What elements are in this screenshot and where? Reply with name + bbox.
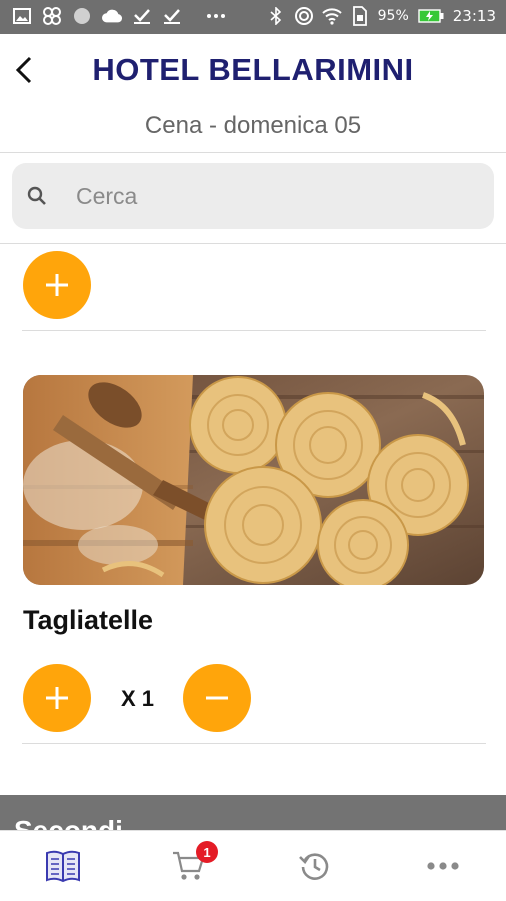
clock: 23:13 (452, 7, 496, 25)
tab-cart[interactable]: 1 (126, 831, 252, 901)
circle-icon (72, 6, 92, 26)
bottom-tab-bar: 1 (0, 830, 506, 901)
sim-card-icon (350, 6, 370, 26)
cloud-icon (102, 6, 122, 26)
app-header: HOTEL BELLARIMINI Cena - domenica 05 (0, 34, 506, 153)
tab-menu[interactable] (0, 831, 126, 901)
search-bar[interactable] (12, 163, 494, 229)
page-title: HOTEL BELLARIMINI (92, 52, 414, 87)
download-done-icon (132, 6, 152, 26)
status-bar: 95% 23:13 (0, 0, 506, 34)
wifi-icon (321, 6, 342, 26)
pinwheel-icon (42, 6, 62, 26)
add-button[interactable] (23, 251, 91, 319)
history-icon (299, 853, 329, 880)
search-input[interactable] (74, 175, 478, 217)
menu-book-icon (46, 850, 80, 883)
plus-icon (46, 274, 68, 296)
download-done-icon (162, 6, 182, 26)
battery-percent: 95% (377, 8, 409, 24)
dish-photo (23, 375, 484, 585)
tab-history[interactable] (252, 831, 378, 901)
more-horizontal-icon (427, 862, 459, 870)
cart-badge: 1 (196, 841, 218, 863)
search-icon (27, 186, 46, 205)
sync-icon (294, 6, 314, 26)
more-notifications-icon (202, 6, 230, 26)
tab-more[interactable] (380, 831, 506, 901)
bluetooth-icon (266, 6, 286, 26)
increase-quantity-button[interactable] (23, 664, 91, 732)
minus-icon (206, 696, 228, 700)
battery-charging-icon (417, 6, 445, 26)
dish-name: Tagliatelle (23, 605, 154, 635)
quantity-label: X 1 (121, 686, 155, 711)
item-divider (22, 743, 486, 744)
item-divider (22, 330, 486, 331)
decrease-quantity-button[interactable] (183, 664, 251, 732)
search-bar-container (0, 153, 506, 244)
plus-icon (46, 687, 68, 709)
page-subtitle: Cena - domenica 05 (144, 112, 362, 139)
gallery-icon (12, 6, 32, 26)
